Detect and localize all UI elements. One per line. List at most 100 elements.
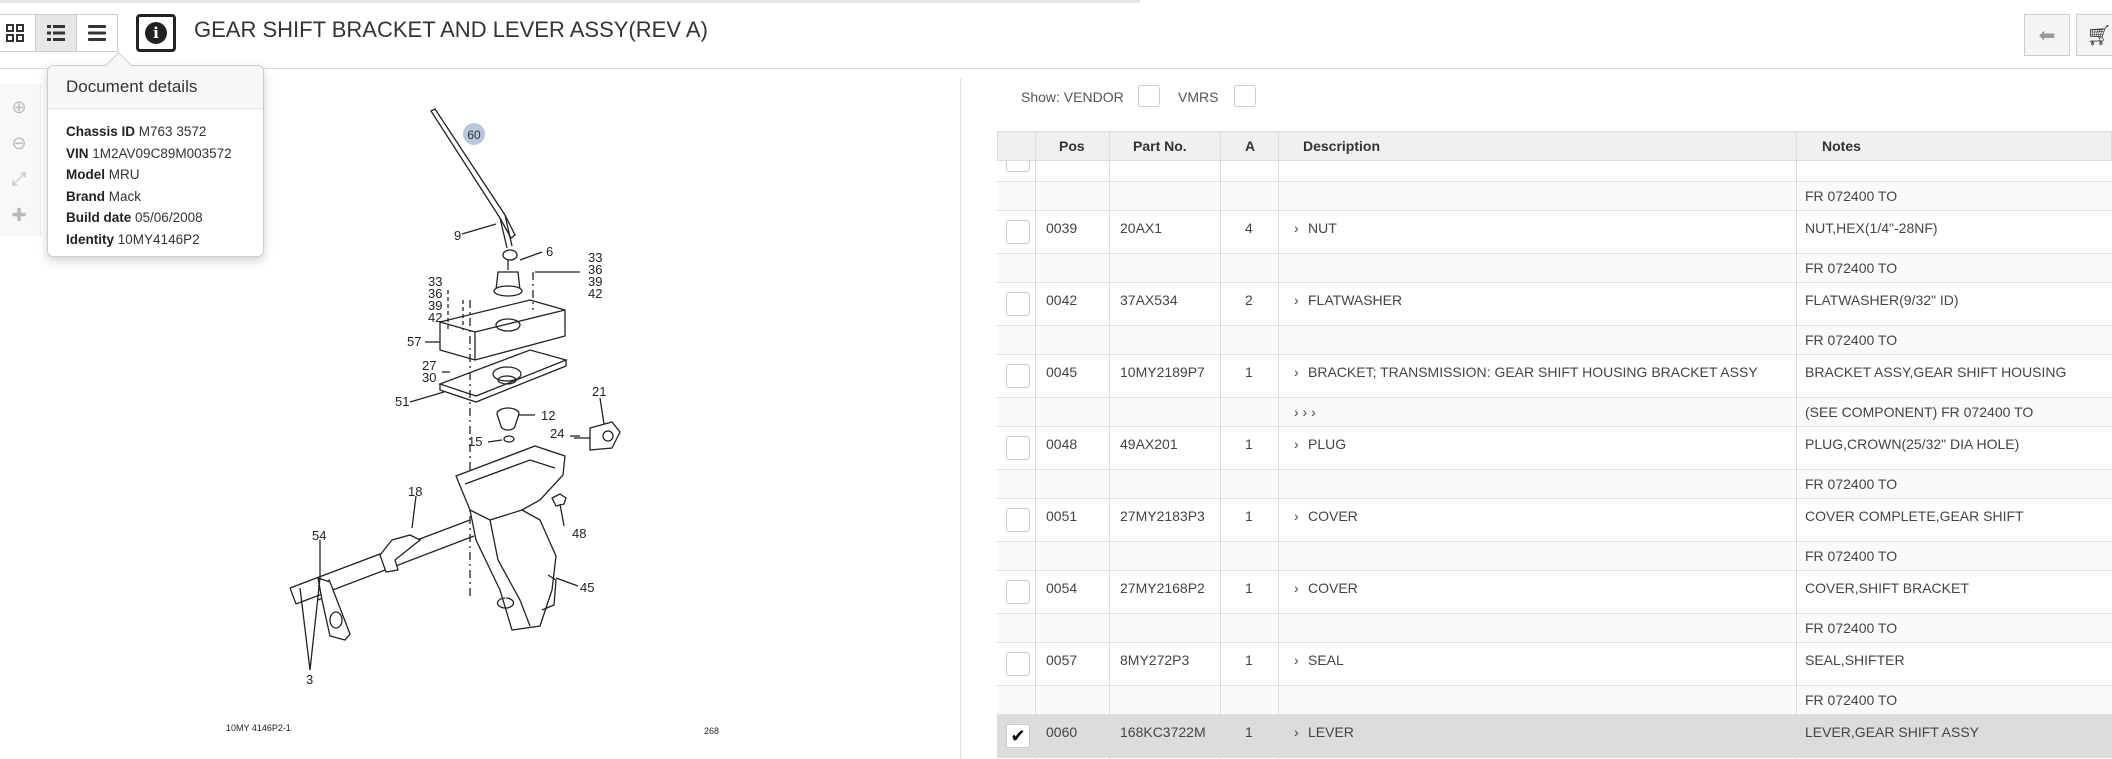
notes-cell: PLUG,CROWN(25/32" DIA HOLE) xyxy=(1805,436,2020,452)
notes-cell: FR 072400 TO xyxy=(1805,332,1898,348)
callout-12: 12 xyxy=(541,408,555,423)
pos-cell: 0042 xyxy=(1046,292,1078,308)
callout-15: 15 xyxy=(468,434,482,449)
expand-chevron-icon[interactable]: › xyxy=(1294,652,1299,668)
table-subrow: FR 072400 TO xyxy=(997,182,2112,211)
detail-model: Model MRU xyxy=(66,167,140,182)
notes-cell: FR 072400 TO xyxy=(1805,260,1898,276)
detail-chassis-id: Chassis ID M763 3572 xyxy=(66,124,207,139)
zoom-in-button[interactable]: ⊕ xyxy=(8,96,30,118)
row-checkbox[interactable] xyxy=(1006,292,1030,316)
callout-24: 24 xyxy=(550,426,564,441)
table-row[interactable]: 0039 20AX1 4 › NUT NUT,HEX(1/4"-28NF) xyxy=(997,211,2112,254)
table-row[interactable]: 0054 27MY2168P2 1 › COVER COVER,SHIFT BRACKET xyxy=(997,571,2112,614)
notes-cell: SEAL,SHIFTER xyxy=(1805,652,1905,668)
callout-3: 3 xyxy=(306,672,313,687)
expand-chevron-icon[interactable]: › xyxy=(1294,580,1299,596)
row-checkbox[interactable] xyxy=(1006,580,1030,604)
table-row[interactable]: 0048 49AX201 1 › PLUG PLUG,CROWN(25/32" DIA H… xyxy=(997,427,2112,470)
page-title: GEAR SHIFT BRACKET AND LEVER ASSY(REV A) xyxy=(194,17,708,42)
part-no-cell: 8MY272P3 xyxy=(1120,652,1190,668)
header-pos[interactable]: Pos xyxy=(1059,132,1085,160)
expand-chevron-icon[interactable]: › xyxy=(1294,220,1299,236)
header-description[interactable]: Description xyxy=(1303,132,1380,160)
top-border xyxy=(0,0,1140,3)
pan-button[interactable]: ✚ xyxy=(8,204,30,226)
table-row[interactable]: 0051 27MY2183P3 1 › COVER COVER COMPLETE,GEAR… xyxy=(997,499,2112,542)
expand-chevron-icon[interactable]: › xyxy=(1294,364,1299,380)
expand-chevron-icon[interactable]: › xyxy=(1294,292,1299,308)
notes-cell: LEVER,GEAR SHIFT ASSY xyxy=(1805,724,1980,740)
document-info-button[interactable]: i xyxy=(136,14,176,52)
description-cell: LEVER xyxy=(1308,724,1354,740)
qty-cell: 1 xyxy=(1245,436,1253,452)
part-no-cell: 27MY2183P3 xyxy=(1120,508,1205,524)
row-checkbox[interactable] xyxy=(1006,652,1030,676)
grid-icon xyxy=(6,24,24,42)
drawing-footer-right: 268 xyxy=(704,726,719,736)
parts-table: Pos Part No. A Description Notes FR 0724… xyxy=(997,131,2112,759)
cart-button[interactable]: 🛒︎ xyxy=(2076,14,2112,56)
drawing-footer-left: 10MY 4146P2-1 xyxy=(226,723,291,733)
header-part-no[interactable]: Part No. xyxy=(1133,132,1187,160)
table-row[interactable]: 0042 37AX534 2 › FLATWASHER FLATWASHER(9/32" … xyxy=(997,283,2112,326)
description-cell: PLUG xyxy=(1308,436,1347,452)
info-icon: i xyxy=(145,22,167,44)
table-row[interactable]: ✔ 0060 168KC3722M 1 › LEVER LEVER,GEAR SHIFT A… xyxy=(997,715,2112,758)
callout-18: 18 xyxy=(408,484,422,499)
back-button[interactable]: ⬅ xyxy=(2024,14,2070,56)
col-sep xyxy=(1109,131,1110,759)
zoom-out-icon: ⊖ xyxy=(11,132,27,153)
grid-view-button[interactable] xyxy=(0,14,36,52)
table-subrow: FR 072400 TO xyxy=(997,326,2112,355)
row-checkbox[interactable] xyxy=(1006,508,1030,532)
expand-chevron-icon[interactable]: › xyxy=(1294,436,1299,452)
vmrs-checkbox[interactable] xyxy=(1234,85,1256,107)
row-checkbox[interactable] xyxy=(1006,364,1030,388)
zoom-out-button[interactable]: ⊖ xyxy=(8,132,30,154)
detail-view-button[interactable] xyxy=(76,14,118,52)
table-subrow: FR 072400 TO xyxy=(997,470,2112,499)
callout-42b: 42 xyxy=(428,310,442,325)
fit-screen-button[interactable]: ⤢ xyxy=(8,168,30,190)
notes-cell: FR 072400 TO xyxy=(1805,188,1898,204)
header-notes[interactable]: Notes xyxy=(1822,132,1861,160)
list-icon xyxy=(47,25,65,41)
row-checkbox[interactable] xyxy=(1006,436,1030,460)
callout-57: 57 xyxy=(407,334,421,349)
row-checkbox[interactable]: ✔ xyxy=(1006,724,1030,748)
header-divider xyxy=(0,68,2112,69)
col-sep xyxy=(1220,131,1221,759)
qty-cell: 1 xyxy=(1245,652,1253,668)
part-no-cell: 49AX201 xyxy=(1120,436,1178,452)
pos-cell: 0048 xyxy=(1046,436,1078,452)
expand-chevron-icon[interactable]: › xyxy=(1294,508,1299,524)
qty-cell: 4 xyxy=(1245,220,1253,236)
table-subrow: FR 072400 TO xyxy=(997,686,2112,715)
callout-21: 21 xyxy=(592,384,606,399)
breadcrumb-chevrons: › › › xyxy=(1294,404,1316,420)
expand-chevron-icon[interactable]: › xyxy=(1294,724,1299,740)
pos-cell: 0054 xyxy=(1046,580,1078,596)
part-no-cell: 27MY2168P2 xyxy=(1120,580,1205,596)
description-cell: NUT xyxy=(1308,220,1337,236)
popover-heading: Document details xyxy=(48,66,263,109)
header-a[interactable]: A xyxy=(1245,132,1255,160)
list-view-button[interactable] xyxy=(35,14,77,52)
notes-cell: NUT,HEX(1/4"-28NF) xyxy=(1805,220,1938,236)
arrow-left-icon: ⬅ xyxy=(2038,24,2056,47)
notes-cell: COVER,SHIFT BRACKET xyxy=(1805,580,1969,596)
vendor-checkbox[interactable] xyxy=(1138,85,1160,107)
row-checkbox[interactable] xyxy=(1006,220,1030,244)
pos-cell: 0045 xyxy=(1046,364,1078,380)
fit-screen-icon: ⤢ xyxy=(11,168,27,189)
part-no-cell: 37AX534 xyxy=(1120,292,1178,308)
description-cell: BRACKET; TRANSMISSION: GEAR SHIFT HOUSIN… xyxy=(1308,364,1758,380)
notes-cell: COVER COMPLETE,GEAR SHIFT xyxy=(1805,508,2024,524)
description-cell: COVER xyxy=(1308,508,1358,524)
part-no-cell: 168KC3722M xyxy=(1120,724,1206,740)
table-row[interactable]: 0045 10MY2189P7 1 › BRACKET; TRANSMISSION: G… xyxy=(997,355,2112,398)
notes-cell: FR 072400 TO xyxy=(1805,620,1898,636)
qty-cell: 1 xyxy=(1245,508,1253,524)
table-row[interactable]: 0057 8MY272P3 1 › SEAL SEAL,SHIFTER xyxy=(997,643,2112,686)
